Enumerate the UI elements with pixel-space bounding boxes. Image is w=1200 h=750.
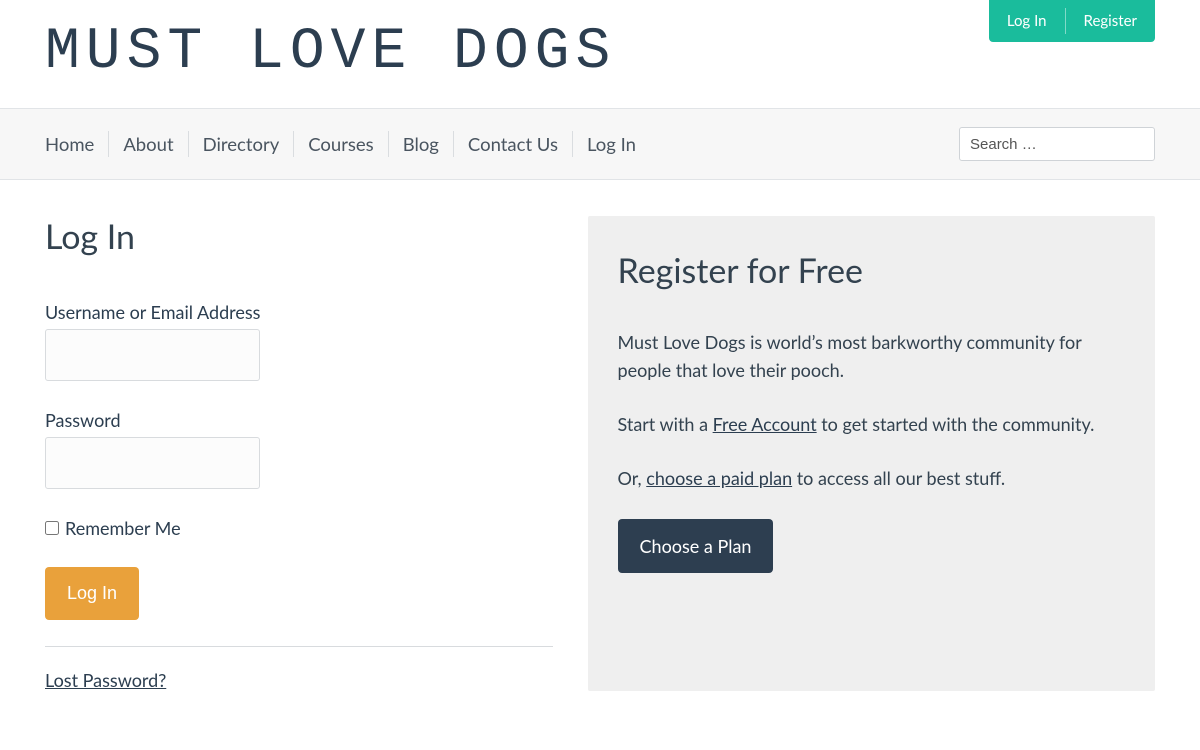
register-intro: Must Love Dogs is world’s most barkworth… [618, 329, 1126, 385]
nav-contact[interactable]: Contact Us [468, 127, 558, 161]
nav-blog[interactable]: Blog [403, 127, 439, 161]
nav-home[interactable]: Home [45, 127, 94, 161]
login-divider [45, 646, 553, 647]
remember-me[interactable]: Remember Me [45, 517, 553, 539]
register-title: Register for Free [618, 250, 1126, 291]
top-utility-bar: Log In Register [989, 0, 1155, 42]
nav-separator [388, 131, 389, 157]
login-submit-button[interactable]: Log In [45, 567, 139, 620]
main-content: Log In Username or Email Address Passwor… [0, 180, 1200, 691]
register-text: Start with a [618, 413, 713, 435]
remember-checkbox[interactable] [45, 521, 59, 535]
password-label: Password [45, 409, 553, 431]
nav-separator [572, 131, 573, 157]
nav-courses[interactable]: Courses [308, 127, 373, 161]
choose-plan-button[interactable]: Choose a Plan [618, 519, 774, 573]
remember-label: Remember Me [65, 517, 181, 539]
top-login-link[interactable]: Log In [989, 0, 1065, 42]
main-nav: Home About Directory Courses Blog Contac… [0, 108, 1200, 180]
password-input[interactable] [45, 437, 260, 489]
top-register-link[interactable]: Register [1066, 0, 1155, 42]
free-account-link[interactable]: Free Account [713, 413, 817, 435]
nav-directory[interactable]: Directory [203, 127, 280, 161]
nav-separator [108, 131, 109, 157]
register-text: Or, [618, 467, 647, 489]
nav-login[interactable]: Log In [587, 127, 636, 161]
lost-password-link[interactable]: Lost Password? [45, 669, 166, 691]
register-text: to access all our best stuff. [792, 467, 1005, 489]
login-panel: Log In Username or Email Address Passwor… [45, 216, 553, 691]
register-free-line: Start with a Free Account to get started… [618, 411, 1126, 439]
search-input[interactable] [959, 127, 1155, 161]
register-text: to get started with the community. [817, 413, 1095, 435]
username-input[interactable] [45, 329, 260, 381]
login-title: Log In [45, 216, 553, 257]
paid-plan-link[interactable]: choose a paid plan [646, 467, 792, 489]
username-label: Username or Email Address [45, 301, 553, 323]
nav-about[interactable]: About [123, 127, 173, 161]
nav-separator [293, 131, 294, 157]
nav-separator [188, 131, 189, 157]
register-panel: Register for Free Must Love Dogs is worl… [588, 216, 1156, 691]
register-paid-line: Or, choose a paid plan to access all our… [618, 465, 1126, 493]
nav-separator [453, 131, 454, 157]
nav-menu: Home About Directory Courses Blog Contac… [45, 127, 636, 161]
